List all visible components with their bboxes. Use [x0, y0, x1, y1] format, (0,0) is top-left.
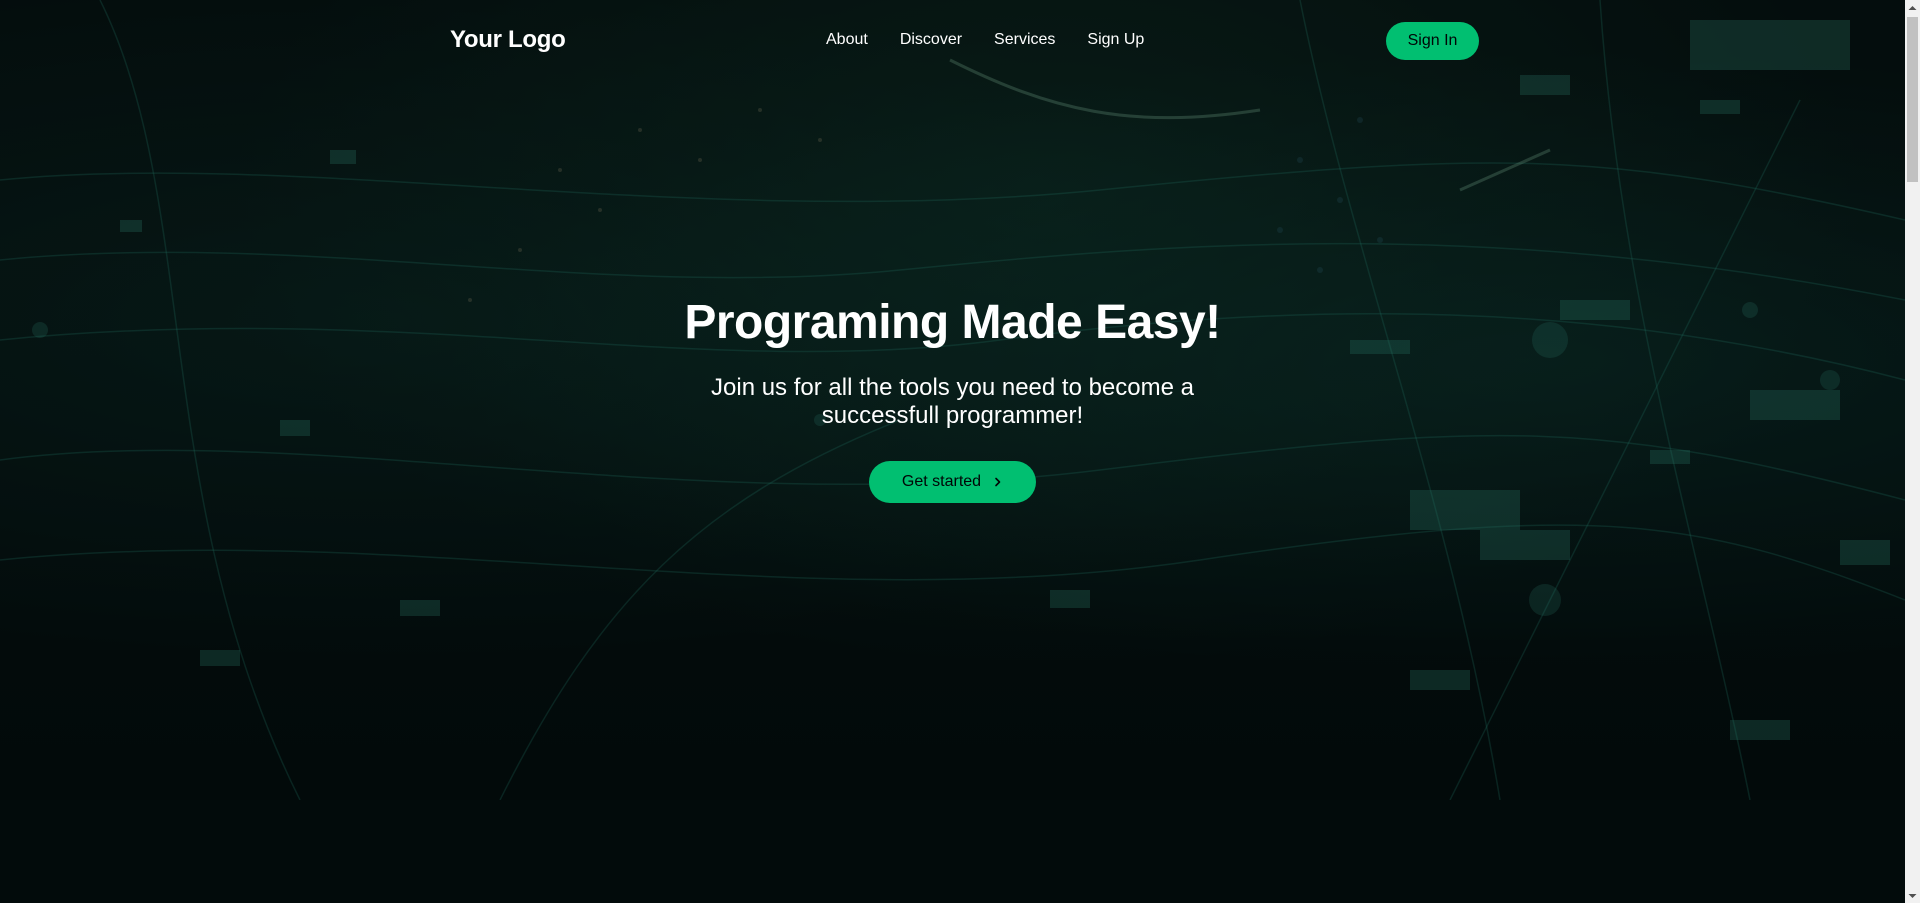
nav-link-about[interactable]: About [826, 31, 868, 49]
page-lower-section [0, 800, 1905, 903]
page: Your Logo About Discover Services Sign U… [0, 0, 1920, 903]
navbar: Your Logo About Discover Services Sign U… [0, 0, 1905, 82]
scrollbar-thumb[interactable] [1907, 17, 1918, 182]
scroll-up-arrow-icon[interactable] [1905, 0, 1920, 15]
chevron-right-icon [995, 477, 1001, 487]
hero-content: Programing Made Easy! Join us for all th… [0, 290, 1905, 503]
sign-in-button[interactable]: Sign In [1386, 22, 1479, 60]
get-started-label: Get started [901, 473, 982, 490]
scroll-down-arrow-icon[interactable] [1905, 888, 1920, 903]
nav-link-services[interactable]: Services [994, 31, 1055, 49]
vertical-scrollbar[interactable] [1905, 0, 1920, 903]
get-started-button[interactable]: Get started [869, 461, 1036, 503]
hero-subtitle: Join us for all the tools you need to be… [711, 374, 1194, 429]
nav-link-signup[interactable]: Sign Up [1087, 31, 1144, 49]
nav-menu: About Discover Services Sign Up [826, 31, 1176, 49]
nav-link-discover[interactable]: Discover [900, 31, 962, 49]
hero-title: Programing Made Easy! [684, 296, 1221, 349]
logo[interactable]: Your Logo [450, 26, 566, 54]
